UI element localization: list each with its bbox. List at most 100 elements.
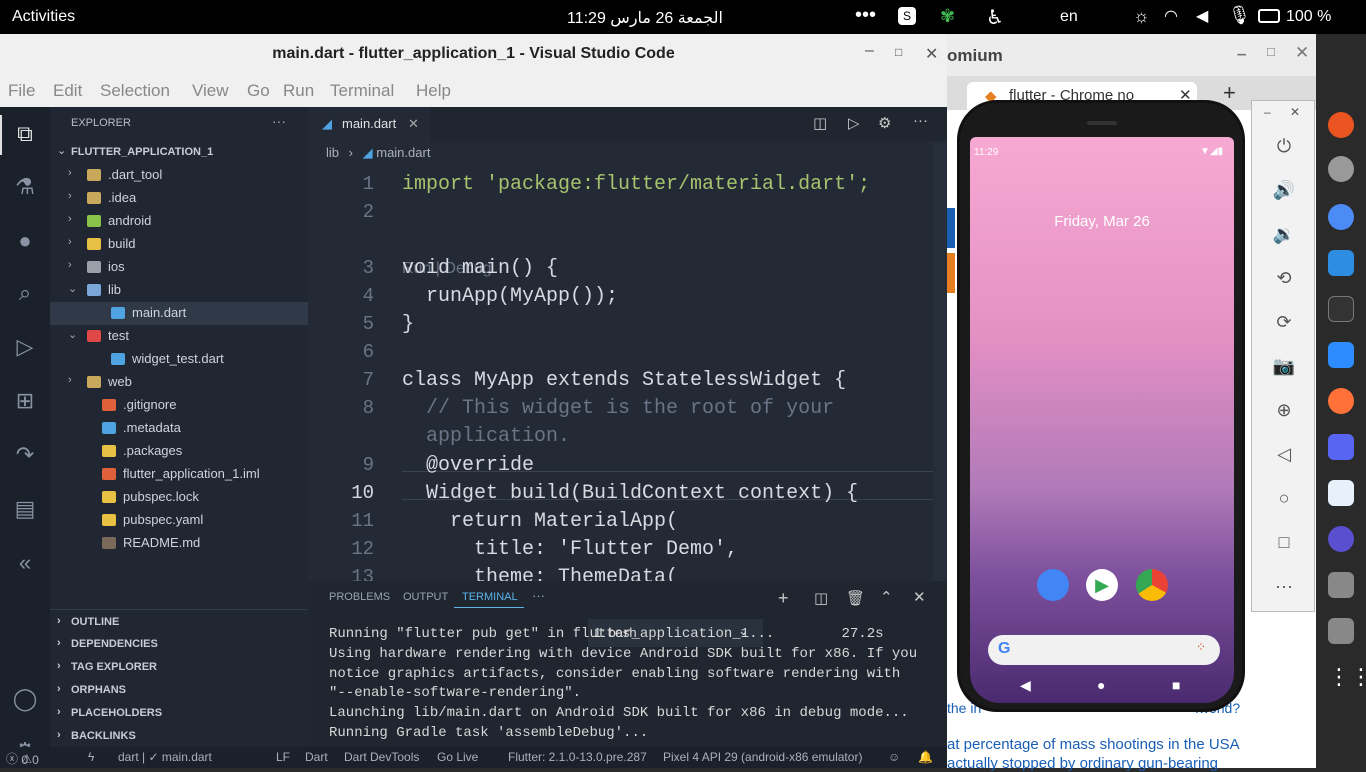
volume-icon[interactable]: ◀ xyxy=(1196,6,1208,26)
tree-item[interactable]: main.dart xyxy=(50,302,308,325)
microphone-icon[interactable]: 🎙 xyxy=(1228,5,1251,26)
new-terminal-icon[interactable]: + xyxy=(778,588,789,609)
tab-problems[interactable]: PROBLEMS xyxy=(329,591,390,603)
tree-item[interactable]: .metadata xyxy=(50,417,308,440)
zoom-icon[interactable] xyxy=(1328,342,1354,368)
close-icon[interactable]: ✕ xyxy=(1290,105,1300,119)
tree-item[interactable]: .gitignore xyxy=(50,394,308,417)
maximize-icon[interactable]: □ xyxy=(895,45,902,59)
app-icon[interactable] xyxy=(1328,480,1354,506)
recents-nav-icon[interactable]: ■ xyxy=(1172,677,1180,693)
minimap-scrollbar[interactable] xyxy=(933,143,947,615)
emulator-screen[interactable]: 11:29 ▼◢▮ Friday, Mar 26 ▶ G ⁘ ◀ ● ■ xyxy=(970,137,1234,703)
lockscreen-date[interactable]: Friday, Mar 26 xyxy=(970,213,1234,230)
flutter-version-status[interactable]: Flutter: 2.1.0-13.0.pre.287 xyxy=(508,750,647,764)
live-share-icon[interactable]: ↷ xyxy=(11,441,39,469)
google-search-bar[interactable]: G ⁘ xyxy=(988,635,1220,665)
minimize-icon[interactable]: – xyxy=(1264,105,1271,119)
tree-item[interactable]: ⌄ lib xyxy=(50,279,308,302)
activities-button[interactable]: Activities xyxy=(12,8,75,26)
lightning-icon[interactable]: ϟ xyxy=(88,750,94,764)
close-panel-icon[interactable]: ✕ xyxy=(913,588,926,606)
show-apps-icon[interactable]: ⋮⋮⋮ xyxy=(1328,664,1366,690)
home-icon[interactable]: ○ xyxy=(1272,486,1296,510)
drive-icon[interactable] xyxy=(1328,572,1354,598)
vscode-title-bar[interactable]: main.dart - flutter_application_1 - Visu… xyxy=(0,34,947,74)
more-icon[interactable]: ••• xyxy=(855,4,876,27)
menu-terminal[interactable]: Terminal xyxy=(330,81,394,101)
testing-icon[interactable]: ⚗ xyxy=(11,173,39,201)
dart-analysis-status[interactable]: dart | ✓ main.dart xyxy=(118,750,212,764)
menu-edit[interactable]: Edit xyxy=(53,81,82,101)
device-status[interactable]: Pixel 4 API 29 (android-x86 emulator) xyxy=(663,750,862,764)
run-debug-icon[interactable]: ▷ xyxy=(11,333,39,361)
chromium-icon[interactable] xyxy=(1328,204,1354,230)
devtools-status[interactable]: Dart DevTools xyxy=(344,750,419,764)
minimize-icon[interactable]: – xyxy=(865,42,874,60)
maximize-icon[interactable]: □ xyxy=(1267,44,1275,59)
section-backlinks[interactable]: › BACKLINKS xyxy=(50,724,308,747)
eol-status[interactable]: LF xyxy=(276,750,290,764)
power-icon[interactable]: ⏻ xyxy=(1272,134,1296,158)
wifi-icon[interactable]: ◠ xyxy=(1164,6,1178,26)
tree-item[interactable]: .packages xyxy=(50,440,308,463)
back-icon[interactable]: ◁ xyxy=(1272,442,1296,466)
project-root[interactable]: ⌄ FLUTTER_APPLICATION_1 xyxy=(50,141,308,164)
new-tab-icon[interactable]: + xyxy=(1223,80,1236,106)
home-nav-icon[interactable]: ● xyxy=(1097,677,1105,693)
page-link-1[interactable]: at percentage of mass shootings in the U… xyxy=(947,736,1240,753)
rotate-left-icon[interactable]: ⟲ xyxy=(1272,266,1296,290)
media-player-icon[interactable] xyxy=(1328,526,1354,552)
chromium-title-bar[interactable]: omium – □ ✕ xyxy=(947,34,1316,76)
feedback-icon[interactable]: ☺ xyxy=(888,750,900,764)
battery-level[interactable]: 100 % xyxy=(1286,8,1331,26)
battery-icon[interactable] xyxy=(1258,9,1280,23)
section-tag-explorer[interactable]: › TAG EXPLORER xyxy=(50,655,308,678)
explorer-more-icon[interactable]: ··· xyxy=(272,113,286,129)
panel-more-icon[interactable]: ··· xyxy=(532,588,545,603)
clock[interactable]: 11:29 الجمعة 26 مارس xyxy=(567,8,723,28)
messages-icon[interactable] xyxy=(1037,569,1069,601)
volume-down-icon[interactable]: 🔉 xyxy=(1272,222,1296,246)
split-terminal-icon[interactable]: ◫ xyxy=(814,589,828,607)
menu-selection[interactable]: Selection xyxy=(100,81,170,101)
breadcrumb-folder[interactable]: lib xyxy=(326,145,339,160)
brightness-icon[interactable]: ☼ xyxy=(1133,6,1150,27)
drive-2-icon[interactable] xyxy=(1328,618,1354,644)
back-nav-icon[interactable]: ◀ xyxy=(1020,677,1031,694)
terminal-output[interactable]: Running "flutter pub get" in flutter_app… xyxy=(329,625,917,744)
close-icon[interactable]: ✕ xyxy=(1295,43,1309,63)
maximize-panel-icon[interactable]: ⌃ xyxy=(880,588,893,606)
tree-item[interactable]: pubspec.yaml xyxy=(50,509,308,532)
tab-terminal[interactable]: TERMINAL xyxy=(462,591,518,603)
overview-icon[interactable]: □ xyxy=(1272,530,1296,554)
tree-item[interactable]: widget_test.dart xyxy=(50,348,308,371)
rotate-right-icon[interactable]: ⟳ xyxy=(1272,310,1296,334)
page-link-2[interactable]: actually stopped by ordinary gun-bearing xyxy=(947,755,1218,772)
camera-icon[interactable]: 📷 xyxy=(1272,354,1296,378)
discord-icon[interactable] xyxy=(1328,434,1354,460)
tree-item[interactable]: › build xyxy=(50,233,308,256)
tray-app-icon[interactable]: ✾ xyxy=(940,6,955,27)
tab-output[interactable]: OUTPUT xyxy=(403,591,448,603)
tree-item[interactable]: flutter_application_1.iml xyxy=(50,463,308,486)
tree-item[interactable]: ⌄ test xyxy=(50,325,308,348)
zoom-icon[interactable]: ⊕ xyxy=(1272,398,1296,422)
section-orphans[interactable]: › ORPHANS xyxy=(50,678,308,701)
tree-item[interactable]: README.md xyxy=(50,532,308,555)
search-icon[interactable]: ⌕ xyxy=(11,279,39,307)
menu-file[interactable]: File xyxy=(8,81,35,101)
github-icon[interactable]: ● xyxy=(11,227,39,255)
account-icon[interactable]: ◯ xyxy=(11,685,39,713)
more-actions-icon[interactable]: ··· xyxy=(913,112,928,129)
close-icon[interactable]: ✕ xyxy=(925,44,938,64)
volume-up-icon[interactable]: 🔊 xyxy=(1272,178,1296,202)
chrome-icon[interactable] xyxy=(1136,569,1168,601)
split-editor-icon[interactable]: ◫ xyxy=(813,114,827,132)
notes-icon[interactable]: ▤ xyxy=(11,495,39,523)
firefox-browser-icon[interactable] xyxy=(1328,388,1354,414)
explorer-icon[interactable]: ⧉ xyxy=(11,120,39,148)
flutter-icon[interactable]: « xyxy=(11,549,39,577)
section-placeholders[interactable]: › PLACEHOLDERS xyxy=(50,701,308,724)
assistant-icon[interactable]: ⁘ xyxy=(1196,640,1206,654)
